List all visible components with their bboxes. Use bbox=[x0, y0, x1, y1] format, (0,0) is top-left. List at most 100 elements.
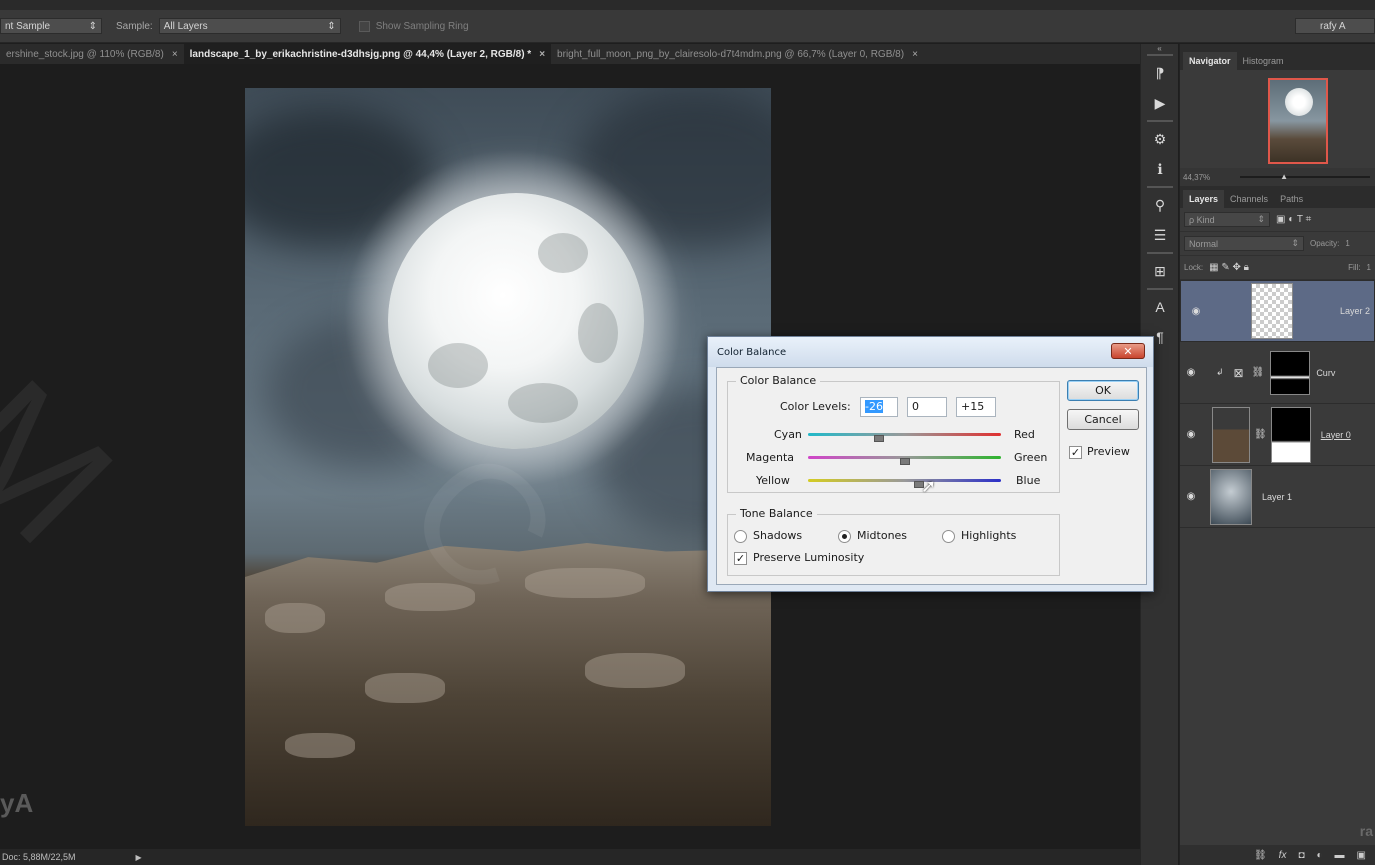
level-magenta-green-input[interactable]: 0 bbox=[907, 397, 947, 417]
lock-icons[interactable]: ▦ ✎ ✥ 🔒︎ bbox=[1209, 262, 1249, 273]
tab-histogram[interactable]: Histogram bbox=[1237, 52, 1290, 70]
tab-paths[interactable]: Paths bbox=[1274, 190, 1309, 208]
add-mask-icon[interactable]: ◘ bbox=[1298, 850, 1304, 861]
link-icon[interactable]: ⛓ bbox=[1252, 367, 1265, 378]
watermark-left: yA bbox=[0, 788, 34, 818]
document-canvas[interactable] bbox=[245, 88, 771, 826]
navigator-preview[interactable] bbox=[1180, 70, 1375, 168]
show-sampling-ring-label: Show Sampling Ring bbox=[375, 20, 469, 32]
midtones-radio[interactable] bbox=[838, 530, 851, 543]
crater bbox=[428, 343, 488, 388]
zoom-slider[interactable]: ▲ bbox=[1240, 172, 1371, 181]
sample-size-select[interactable]: nt Sample ⇕ bbox=[0, 18, 102, 34]
slider-right-label: Red bbox=[1014, 428, 1035, 441]
magenta-green-slider-knob[interactable] bbox=[899, 458, 910, 465]
color-balance-group: Color Balance Color Levels: -26 0 +15 Cy… bbox=[727, 374, 1060, 493]
layer-name: Layer 1 bbox=[1262, 491, 1293, 502]
title-strip bbox=[0, 0, 1375, 10]
slider-left-label: Magenta bbox=[746, 451, 795, 464]
workspace-select[interactable]: rafy A bbox=[1295, 18, 1375, 34]
sample-select[interactable]: All Layers ⇕ bbox=[158, 18, 341, 34]
layer-row-layer-2[interactable]: ◉ Layer 2 bbox=[1180, 280, 1375, 342]
actions-play-icon[interactable]: ▶ bbox=[1141, 88, 1179, 118]
info-icon[interactable]: ℹ bbox=[1141, 154, 1179, 184]
crater bbox=[578, 303, 618, 363]
new-group-icon[interactable]: ▬ bbox=[1335, 850, 1345, 861]
layer-row-layer-0[interactable]: ◉ ⛓ Layer 0 bbox=[1180, 404, 1375, 466]
navigator-tabs: Navigator Histogram bbox=[1180, 44, 1375, 70]
tab-navigator[interactable]: Navigator bbox=[1183, 52, 1237, 70]
slider-left-label: Cyan bbox=[774, 428, 802, 441]
moon-thumb bbox=[1285, 88, 1313, 116]
kind-filter-label: ρ Kind bbox=[1189, 214, 1215, 225]
lock-label: Lock: bbox=[1184, 263, 1204, 272]
chevron-updown-icon: ⇕ bbox=[88, 20, 97, 32]
new-layer-icon[interactable]: ▣ bbox=[1357, 850, 1366, 861]
eye-icon[interactable]: ◉ bbox=[1180, 491, 1202, 502]
blend-mode-select[interactable]: Normal ⇕ bbox=[1184, 236, 1304, 251]
cancel-button[interactable]: Cancel bbox=[1067, 409, 1139, 430]
layer-thumbnail bbox=[1210, 468, 1252, 525]
layer-row-layer-1[interactable]: ◉ Layer 1 bbox=[1180, 466, 1375, 528]
fx-icon[interactable]: fx bbox=[1279, 850, 1287, 861]
eye-icon[interactable]: ◉ bbox=[1185, 306, 1207, 317]
close-button[interactable]: ✕ bbox=[1111, 343, 1145, 359]
eye-icon[interactable]: ◉ bbox=[1180, 429, 1202, 440]
layer-thumbnail bbox=[1212, 406, 1250, 463]
doc-size: Doc: 5,88M/22,5M bbox=[2, 852, 76, 862]
curves-adjustment-icon: ⊠ bbox=[1233, 365, 1244, 380]
link-layers-icon[interactable]: ⛓ bbox=[1254, 850, 1267, 861]
tab-layers[interactable]: Layers bbox=[1183, 190, 1225, 208]
zoom-slider-knob[interactable]: ▲ bbox=[1280, 172, 1288, 181]
ok-button[interactable]: OK bbox=[1067, 380, 1139, 401]
cyan-red-slider-knob[interactable] bbox=[874, 435, 885, 442]
cyan-red-slider-track[interactable] bbox=[808, 433, 1001, 436]
layer-comps-icon[interactable]: ⊞ bbox=[1141, 256, 1179, 286]
show-sampling-ring-checkbox[interactable] bbox=[358, 20, 370, 32]
level-cyan-red-input[interactable]: -26 bbox=[860, 397, 898, 417]
yellow-blue-slider-track[interactable] bbox=[808, 479, 1001, 482]
kind-filter-select[interactable]: ρ Kind ⇕ bbox=[1184, 212, 1270, 227]
divider bbox=[1146, 252, 1173, 254]
close-icon[interactable]: × bbox=[172, 49, 178, 60]
properties-icon[interactable]: ⚙ bbox=[1141, 124, 1179, 154]
filter-icons[interactable]: ▣ ◐ T ⌗ bbox=[1276, 214, 1311, 225]
character-icon[interactable]: A bbox=[1141, 292, 1179, 322]
history-icon[interactable]: ⁋ bbox=[1141, 58, 1179, 88]
navigator-thumbnail[interactable] bbox=[1268, 78, 1328, 164]
highlights-radio[interactable] bbox=[942, 530, 955, 543]
adjustments-icon[interactable]: ☰ bbox=[1141, 220, 1179, 250]
link-icon[interactable]: ⛓ bbox=[1254, 429, 1267, 440]
level-yellow-blue-input[interactable]: +15 bbox=[956, 397, 996, 417]
tab-bright-full-moon[interactable]: bright_full_moon_png_by_clairesolo-d7t4m… bbox=[551, 44, 924, 64]
tab-ershine-stock[interactable]: ershine_stock.jpg @ 110% (RGB/8) × bbox=[0, 44, 184, 64]
dialog-titlebar[interactable]: Color Balance bbox=[708, 337, 1153, 367]
preserve-luminosity-checkbox[interactable]: ✓ bbox=[734, 552, 747, 565]
brush-presets-icon[interactable]: ⚲ bbox=[1141, 190, 1179, 220]
tab-landscape[interactable]: landscape_1_by_erikachristine-d3dhsjg.pn… bbox=[183, 44, 552, 64]
chevron-updown-icon: ⇕ bbox=[327, 20, 336, 32]
color-levels-label: Color Levels: bbox=[780, 400, 851, 413]
rock bbox=[585, 653, 685, 688]
opacity-value[interactable]: 1 bbox=[1345, 239, 1349, 248]
fill-value[interactable]: 1 bbox=[1367, 263, 1371, 272]
layer-row-curves[interactable]: ◉ ↲ ⊠ ⛓ Curv bbox=[1180, 342, 1375, 404]
eye-icon[interactable]: ◉ bbox=[1180, 367, 1202, 378]
zoom-value[interactable]: 44,37% bbox=[1183, 173, 1210, 182]
status-menu-arrow[interactable]: ▶ bbox=[136, 853, 142, 862]
collapse-icon[interactable]: « bbox=[1141, 44, 1178, 53]
shadows-radio[interactable] bbox=[734, 530, 747, 543]
close-icon[interactable]: × bbox=[539, 49, 545, 60]
tab-label: bright_full_moon_png_by_clairesolo-d7t4m… bbox=[557, 48, 905, 60]
blend-row: Normal ⇕ Opacity: 1 bbox=[1180, 232, 1375, 256]
user-name: rafy A bbox=[1320, 20, 1346, 32]
crater bbox=[538, 233, 588, 273]
adjustment-layer-icon[interactable]: ◐ bbox=[1317, 850, 1323, 861]
divider bbox=[1146, 54, 1173, 56]
chevron-updown-icon: ⇕ bbox=[1257, 214, 1265, 224]
close-icon[interactable]: × bbox=[912, 49, 918, 60]
mask-thumbnail bbox=[1270, 406, 1311, 463]
rocky-ground bbox=[245, 543, 771, 826]
preview-checkbox[interactable]: ✓ bbox=[1069, 446, 1082, 459]
tab-channels[interactable]: Channels bbox=[1224, 190, 1274, 208]
